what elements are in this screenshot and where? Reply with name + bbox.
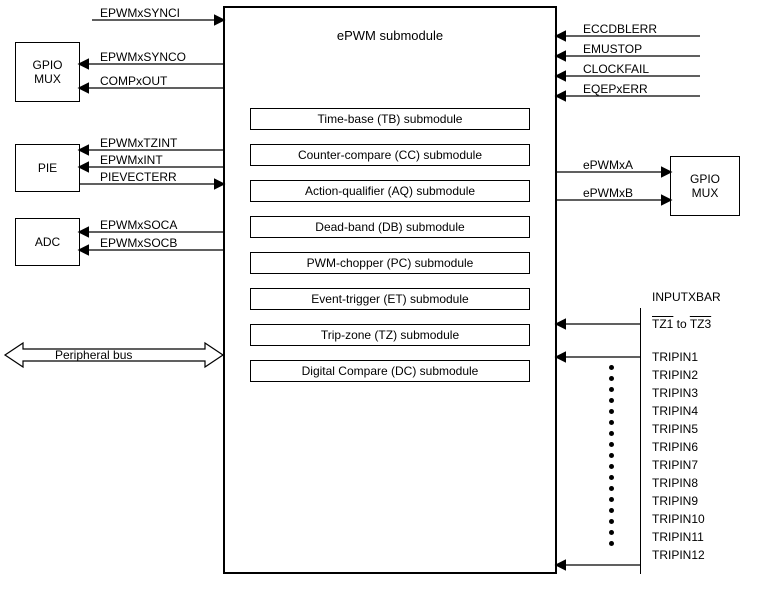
pie-label: PIE bbox=[38, 161, 57, 175]
tripin-item: TRIPIN7 bbox=[652, 458, 705, 476]
sig-sync-out: EPWMxSYNCO bbox=[100, 50, 186, 64]
tripin-item: TRIPIN1 bbox=[652, 350, 705, 368]
submodule-0: Time-base (TB) submodule bbox=[250, 108, 530, 130]
sig-emustop: EMUSTOP bbox=[583, 42, 642, 56]
tripin-item: TRIPIN11 bbox=[652, 530, 705, 548]
tripin-item: TRIPIN12 bbox=[652, 548, 705, 566]
adc-label: ADC bbox=[35, 235, 60, 249]
sig-soca: EPWMxSOCA bbox=[100, 218, 177, 232]
sig-epwma: ePWMxA bbox=[583, 158, 633, 172]
submodule-6: Trip-zone (TZ) submodule bbox=[250, 324, 530, 346]
tripin-item: TRIPIN6 bbox=[652, 440, 705, 458]
tripin-item: TRIPIN9 bbox=[652, 494, 705, 512]
tripin-item: TRIPIN8 bbox=[652, 476, 705, 494]
tz-range: TZ1 to TZ3 bbox=[652, 317, 711, 331]
sig-eccdblerr: ECCDBLERR bbox=[583, 22, 657, 36]
sig-comp-out: COMPxOUT bbox=[100, 74, 167, 88]
gpio-mux-right-label: GPIO MUX bbox=[690, 172, 720, 200]
tripin-item: TRIPIN2 bbox=[652, 368, 705, 386]
sig-tzint: EPWMxTZINT bbox=[100, 136, 177, 150]
pie-box: PIE bbox=[15, 144, 80, 192]
tripin-item: TRIPIN5 bbox=[652, 422, 705, 440]
inputxbar-title: INPUTXBAR bbox=[652, 290, 721, 304]
submodule-7: Digital Compare (DC) submodule bbox=[250, 360, 530, 382]
pbus-label: Peripheral bus bbox=[55, 348, 132, 362]
sig-epwmb: ePWMxB bbox=[583, 186, 633, 200]
tripin-item: TRIPIN4 bbox=[652, 404, 705, 422]
tripin-item: TRIPIN10 bbox=[652, 512, 705, 530]
sig-eqepxerr: EQEPxERR bbox=[583, 82, 648, 96]
epwm-title: ePWM submodule bbox=[337, 28, 443, 43]
submodule-5: Event-trigger (ET) submodule bbox=[250, 288, 530, 310]
tripin-list: TRIPIN1TRIPIN2TRIPIN3TRIPIN4TRIPIN5TRIPI… bbox=[652, 350, 705, 566]
sig-xint: EPWMxINT bbox=[100, 153, 163, 167]
submodule-3: Dead-band (DB) submodule bbox=[250, 216, 530, 238]
gpio-mux-right-box: GPIO MUX bbox=[670, 156, 740, 216]
submodule-4: PWM-chopper (PC) submodule bbox=[250, 252, 530, 274]
sig-sync-in: EPWMxSYNCI bbox=[100, 6, 180, 20]
gpio-mux-left-box: GPIO MUX bbox=[15, 42, 80, 102]
gpio-mux-left-label: GPIO MUX bbox=[32, 58, 62, 86]
sig-pievect: PIEVECTERR bbox=[100, 170, 177, 184]
submodule-2: Action-qualifier (AQ) submodule bbox=[250, 180, 530, 202]
adc-box: ADC bbox=[15, 218, 80, 266]
vertical-dots-icon bbox=[609, 365, 614, 546]
submodule-1: Counter-compare (CC) submodule bbox=[250, 144, 530, 166]
sig-clockfail: CLOCKFAIL bbox=[583, 62, 649, 76]
tripin-item: TRIPIN3 bbox=[652, 386, 705, 404]
sig-socb: EPWMxSOCB bbox=[100, 236, 177, 250]
